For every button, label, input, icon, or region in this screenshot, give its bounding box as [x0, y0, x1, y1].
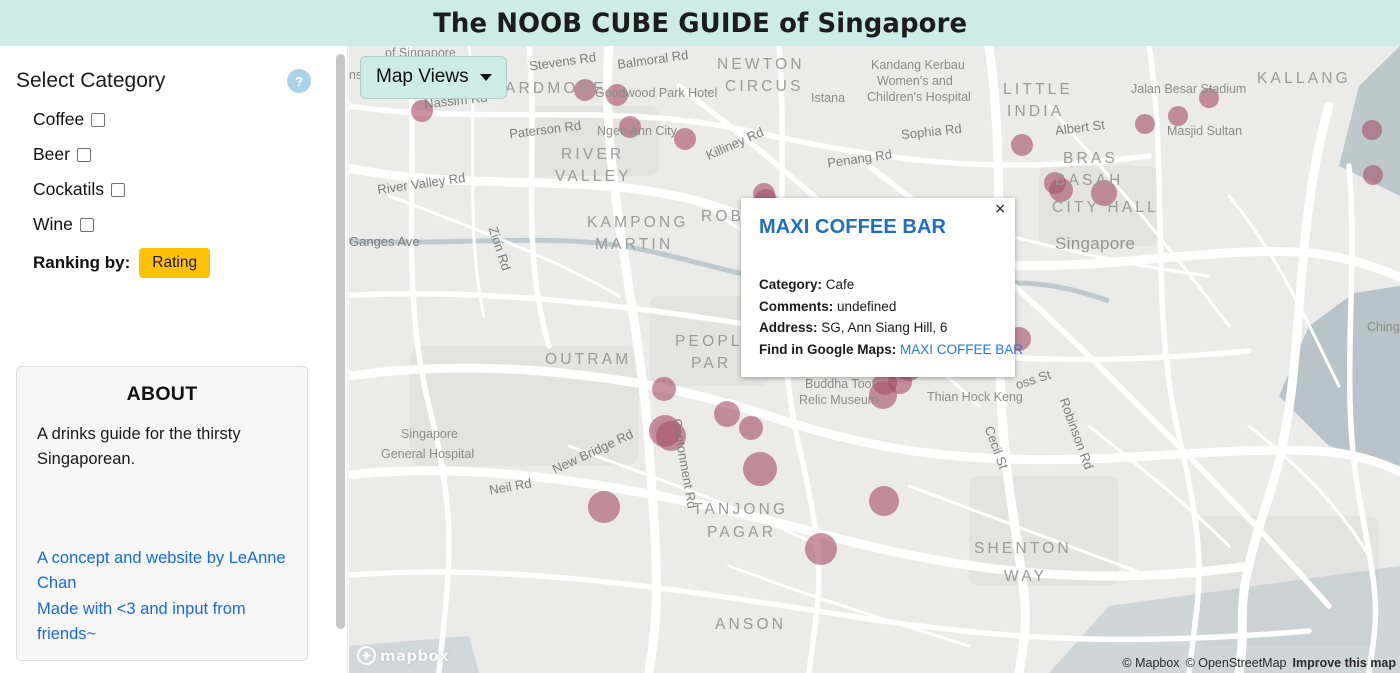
map-marker[interactable]: [805, 533, 837, 565]
page-title: The NOOB CUBE GUIDE of Singapore: [432, 7, 967, 39]
map-marker[interactable]: [743, 452, 777, 486]
popup-row-value: SG, Ann Siang Hill, 6: [817, 320, 948, 335]
map-marker[interactable]: [869, 486, 899, 516]
category-checkbox-wine[interactable]: [79, 217, 94, 232]
category-row-wine[interactable]: Wine: [33, 207, 334, 242]
category-label: Wine: [33, 214, 73, 234]
ranking-row: Ranking by: Rating: [33, 246, 334, 280]
category-row-coffee[interactable]: Coffee: [33, 102, 334, 137]
category-checkbox-coffee[interactable]: [91, 112, 106, 127]
map-marker[interactable]: [619, 116, 641, 138]
category-checkbox-beer[interactable]: [76, 147, 91, 162]
map-marker[interactable]: [411, 100, 433, 122]
map-marker[interactable]: [714, 401, 740, 427]
map-popup: × MAXI COFFEE BAR Category: Cafe Comments…: [741, 198, 1023, 377]
about-link-0[interactable]: A concept and website by LeAnne Chan: [37, 546, 287, 597]
ranking-label: Ranking by:: [33, 253, 131, 272]
popup-detail-rows: Category: Cafe Comments: undefined Address…: [759, 274, 997, 339]
map-marker[interactable]: [1363, 165, 1383, 185]
sidebar-scrollbar[interactable]: [334, 46, 348, 673]
category-label: Cockatils: [33, 179, 104, 199]
app-header: The NOOB CUBE GUIDE of Singapore: [0, 0, 1400, 46]
map-marker[interactable]: [1135, 114, 1155, 134]
popup-google-maps-row: Find in Google Maps: MAXI COFFEE BAR: [759, 339, 1023, 361]
map-marker[interactable]: [1011, 134, 1033, 156]
help-icon[interactable]: ?: [287, 69, 311, 93]
map-marker[interactable]: [588, 491, 620, 523]
popup-google-maps-link[interactable]: MAXI COFFEE BAR: [900, 342, 1023, 357]
chevron-down-icon: [479, 73, 492, 81]
mapbox-mark-icon: [357, 646, 376, 665]
map-marker[interactable]: [649, 415, 681, 447]
popup-row-label: Comments:: [759, 298, 834, 314]
category-row-beer[interactable]: Beer: [33, 137, 334, 172]
map-marker[interactable]: [739, 416, 763, 440]
category-label: Beer: [33, 144, 70, 164]
popup-row-comments: Comments: undefined: [759, 296, 997, 318]
popup-row-address: Address: SG, Ann Siang Hill, 6: [759, 317, 997, 339]
sidebar-panel: Select Category ? Coffee Beer Cockatils Win…: [0, 46, 334, 673]
popup-row-value: undefined: [833, 298, 897, 314]
map-marker[interactable]: [674, 128, 696, 150]
about-link-1[interactable]: Made with <3 and input from friends~: [37, 597, 287, 648]
sidebar-scrollbar-thumb[interactable]: [336, 54, 345, 629]
category-checkbox-cockatils[interactable]: [111, 182, 125, 197]
category-header: Select Category ?: [16, 66, 318, 102]
attribution-improve-map-link[interactable]: Improve this map: [1293, 656, 1397, 670]
popup-google-maps-label: Find in Google Maps:: [759, 341, 897, 357]
map-marker[interactable]: [652, 377, 676, 401]
mapbox-wordmark: mapbox: [380, 646, 450, 665]
map-marker[interactable]: [1044, 172, 1066, 194]
category-checkbox-list: Coffee Beer Cockatils Wine: [0, 102, 334, 242]
popup-row-label: Address:: [759, 320, 818, 335]
category-label: Coffee: [33, 109, 85, 129]
app-root: The NOOB CUBE GUIDE of Singapore Select …: [0, 0, 1400, 673]
map-marker[interactable]: [606, 84, 628, 106]
popup-title: MAXI COFFEE BAR: [759, 216, 947, 238]
popup-row-category: Category: Cafe: [759, 274, 997, 296]
map-attribution: © Mapbox © OpenStreetMap Improve this ma…: [1122, 656, 1396, 670]
map-views-label: Map Views: [376, 66, 469, 87]
map-views-dropdown-button[interactable]: Map Views: [360, 56, 507, 99]
map-marker[interactable]: [1168, 106, 1188, 126]
popup-row-label: Category:: [759, 277, 823, 292]
attribution-osm-link[interactable]: © OpenStreetMap: [1186, 656, 1287, 670]
attribution-mapbox-link[interactable]: © Mapbox: [1122, 656, 1179, 670]
about-title: ABOUT: [126, 383, 198, 405]
map-marker[interactable]: [1199, 88, 1219, 108]
map-container[interactable]: of Singapore ns Nassim Rd Stevens Rd Balmora…: [349, 46, 1400, 673]
map-marker[interactable]: [1091, 180, 1117, 206]
about-card: ABOUT A drinks guide for the thirsty Sin…: [16, 366, 308, 661]
mapbox-logo[interactable]: mapbox: [357, 646, 449, 665]
ranking-toggle-button[interactable]: Rating: [139, 247, 211, 279]
popup-row-value: Cafe: [822, 277, 855, 292]
close-icon[interactable]: ×: [994, 202, 1006, 216]
about-body-text: A drinks guide for the thirsty Singapore…: [37, 425, 241, 468]
category-row-cockatils[interactable]: Cockatils: [33, 172, 334, 207]
map-marker[interactable]: [574, 79, 596, 101]
about-links: A concept and website by LeAnne Chan Made…: [37, 546, 287, 648]
map-marker[interactable]: [1362, 120, 1382, 140]
select-category-label: Select Category: [16, 69, 166, 92]
